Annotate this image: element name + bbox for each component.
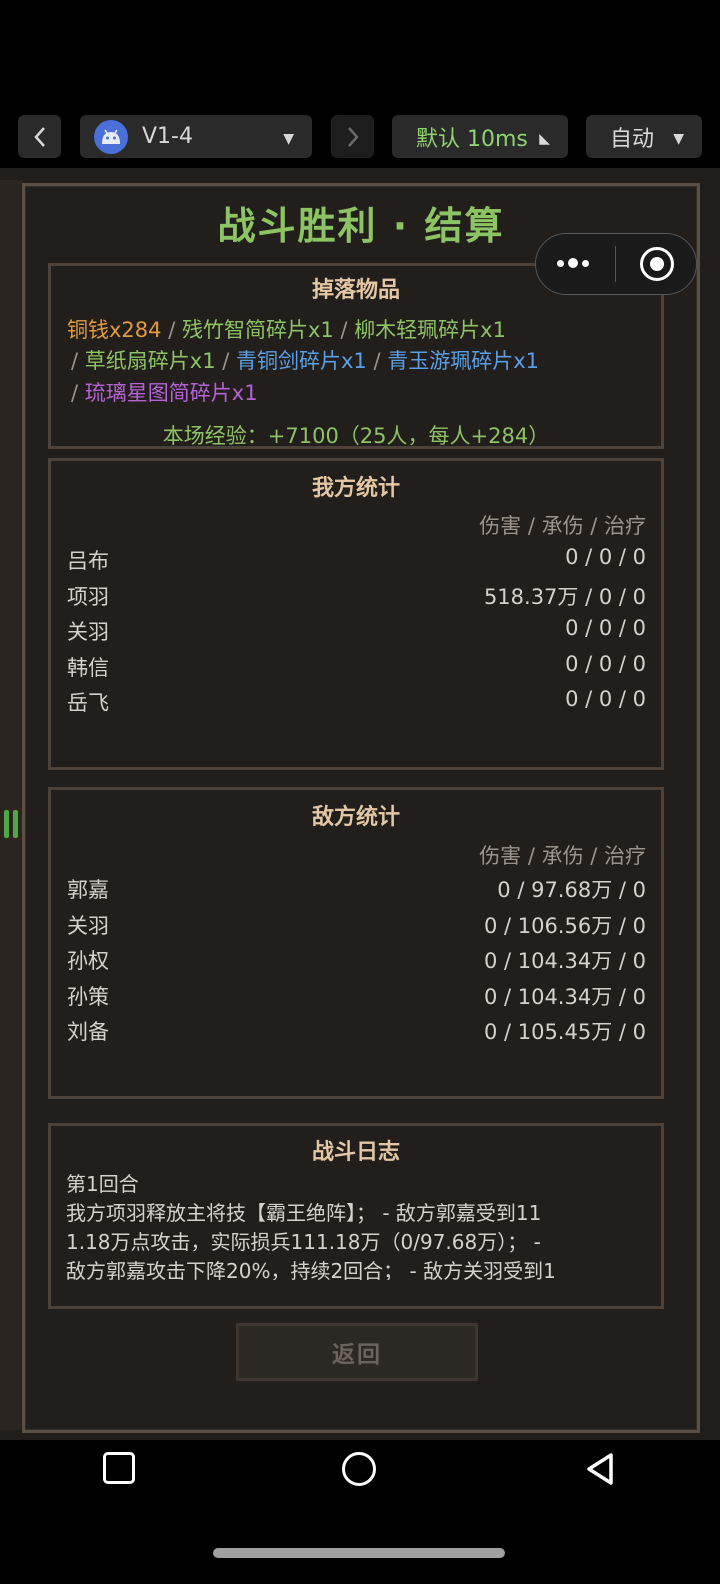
log-line: 第1回合 — [66, 1172, 139, 1196]
drop-item: / — [215, 349, 236, 373]
drop-item: / — [366, 349, 388, 373]
stat-value: 0 / 105.45万 / 0 — [483, 1020, 646, 1044]
stat-value: 0 / 104.34万 / 0 — [483, 949, 646, 973]
battle-log-scroll[interactable]: 第1回合我方项羽释放主将技【霸王绝阵】； - 敌方郭嘉受到11 1.18万点攻击，… — [66, 1170, 656, 1280]
background-indicator — [4, 810, 9, 838]
drop-item: 残竹智简碎片x1 — [181, 318, 334, 342]
forward-icon — [347, 126, 359, 147]
stat-name: 韩信 — [67, 655, 109, 680]
nav-home-icon[interactable] — [342, 1452, 376, 1486]
stat-name: 吕布 — [67, 549, 109, 573]
more-icon[interactable] — [535, 233, 615, 295]
enemy-stats-section — [48, 787, 664, 1099]
drops-line-2: / 草纸扇碎片x1 / 青铜剑碎片x1 / 青玉游珮碎片x1 — [71, 345, 539, 375]
enemy-stats-header: 伤害 / 承伤 / 治疗 — [479, 844, 646, 868]
level-label: V1-4 — [142, 124, 193, 149]
stat-name: 孙策 — [67, 984, 109, 1009]
drop-item: 草纸扇碎片x1 — [84, 349, 216, 373]
drop-item: / — [161, 318, 182, 342]
ally-stats-title: 我方统计 — [311, 476, 400, 501]
stat-name: 孙权 — [67, 949, 109, 973]
drop-item: 青玉游珮碎片x1 — [387, 349, 540, 373]
stat-value: 0 / 97.68万 / 0 — [497, 878, 646, 902]
stat-value: 0 / 106.56万 / 0 — [483, 913, 646, 938]
speed-label: 默认 10ms — [416, 126, 528, 152]
speed-select[interactable]: 默认 10ms ◣ — [392, 115, 568, 158]
drop-item: 柳木轻珮碎片x1 — [354, 318, 506, 342]
background-edge — [0, 180, 22, 1430]
exp-text: 本场经验：+7100（25人，每人+284） — [162, 424, 550, 448]
mode-select[interactable]: 自动 ▼ — [586, 115, 702, 158]
back-button[interactable] — [18, 115, 61, 158]
target-icon[interactable] — [640, 247, 674, 281]
chevron-down-icon: ▼ — [283, 131, 294, 147]
chevron-down-icon: ◣ — [539, 131, 550, 147]
ally-stats-header: 伤害 / 承伤 / 治疗 — [479, 514, 646, 538]
forward-button[interactable] — [331, 115, 374, 158]
stat-name: 郭嘉 — [67, 878, 109, 902]
return-button[interactable]: 返回 — [236, 1323, 478, 1381]
capsule-divider — [615, 246, 616, 282]
ally-stats-section — [48, 458, 664, 770]
stat-value: 0 / 104.34万 / 0 — [483, 984, 646, 1009]
mode-label: 自动 — [610, 126, 655, 152]
log-line: 敌方郭嘉攻击下降20%，持续2回合； - 敌方关羽受到1 — [66, 1259, 556, 1280]
drop-item: 铜钱x284 — [67, 318, 162, 342]
chevron-down-icon: ▼ — [673, 131, 684, 147]
stat-name: 关羽 — [67, 620, 109, 644]
nav-back-icon[interactable] — [582, 1450, 618, 1488]
background-indicator — [13, 810, 18, 838]
stat-value: 0 / 0 / 0 — [565, 651, 646, 676]
drop-item: 青铜剑碎片x1 — [236, 349, 367, 373]
stat-name: 关羽 — [67, 913, 109, 938]
drop-item: / — [71, 349, 85, 373]
drops-line-3: / 琉璃星图简碎片x1 — [71, 377, 258, 407]
level-select[interactable]: V1-4 ▼ — [80, 115, 312, 158]
android-icon — [94, 119, 128, 154]
enemy-stats-title: 敌方统计 — [311, 805, 400, 830]
stat-name: 项羽 — [67, 584, 109, 609]
log-line: 我方项羽释放主将技【霸王绝阵】； - 敌方郭嘉受到11 — [66, 1201, 542, 1225]
back-icon — [33, 126, 45, 147]
drops-line-1: 铜钱x284 / 残竹智简碎片x1 / 柳木轻珮碎片x1 — [67, 314, 506, 344]
battle-log-title: 战斗日志 — [311, 1140, 400, 1165]
drop-item: 琉璃星图简碎片x1 — [84, 381, 258, 405]
battle-log-text: 第1回合我方项羽释放主将技【霸王绝阵】； - 敌方郭嘉受到11 1.18万点攻击，… — [66, 1170, 656, 1280]
log-line: 1.18万点攻击，实际损兵111.18万（0/97.68万）； - — [66, 1230, 541, 1254]
stat-value: 518.37万 / 0 / 0 — [483, 584, 646, 609]
stat-value: 0 / 0 / 0 — [565, 545, 646, 569]
drop-item: / — [333, 318, 355, 342]
stat-name: 刘备 — [67, 1020, 109, 1044]
stat-value: 0 / 0 / 0 — [565, 616, 646, 640]
nav-square-icon[interactable] — [103, 1452, 135, 1484]
home-indicator[interactable] — [213, 1548, 505, 1558]
stat-name: 岳飞 — [67, 691, 109, 715]
stat-value: 0 / 0 / 0 — [565, 687, 646, 711]
drop-item: / — [71, 381, 85, 405]
